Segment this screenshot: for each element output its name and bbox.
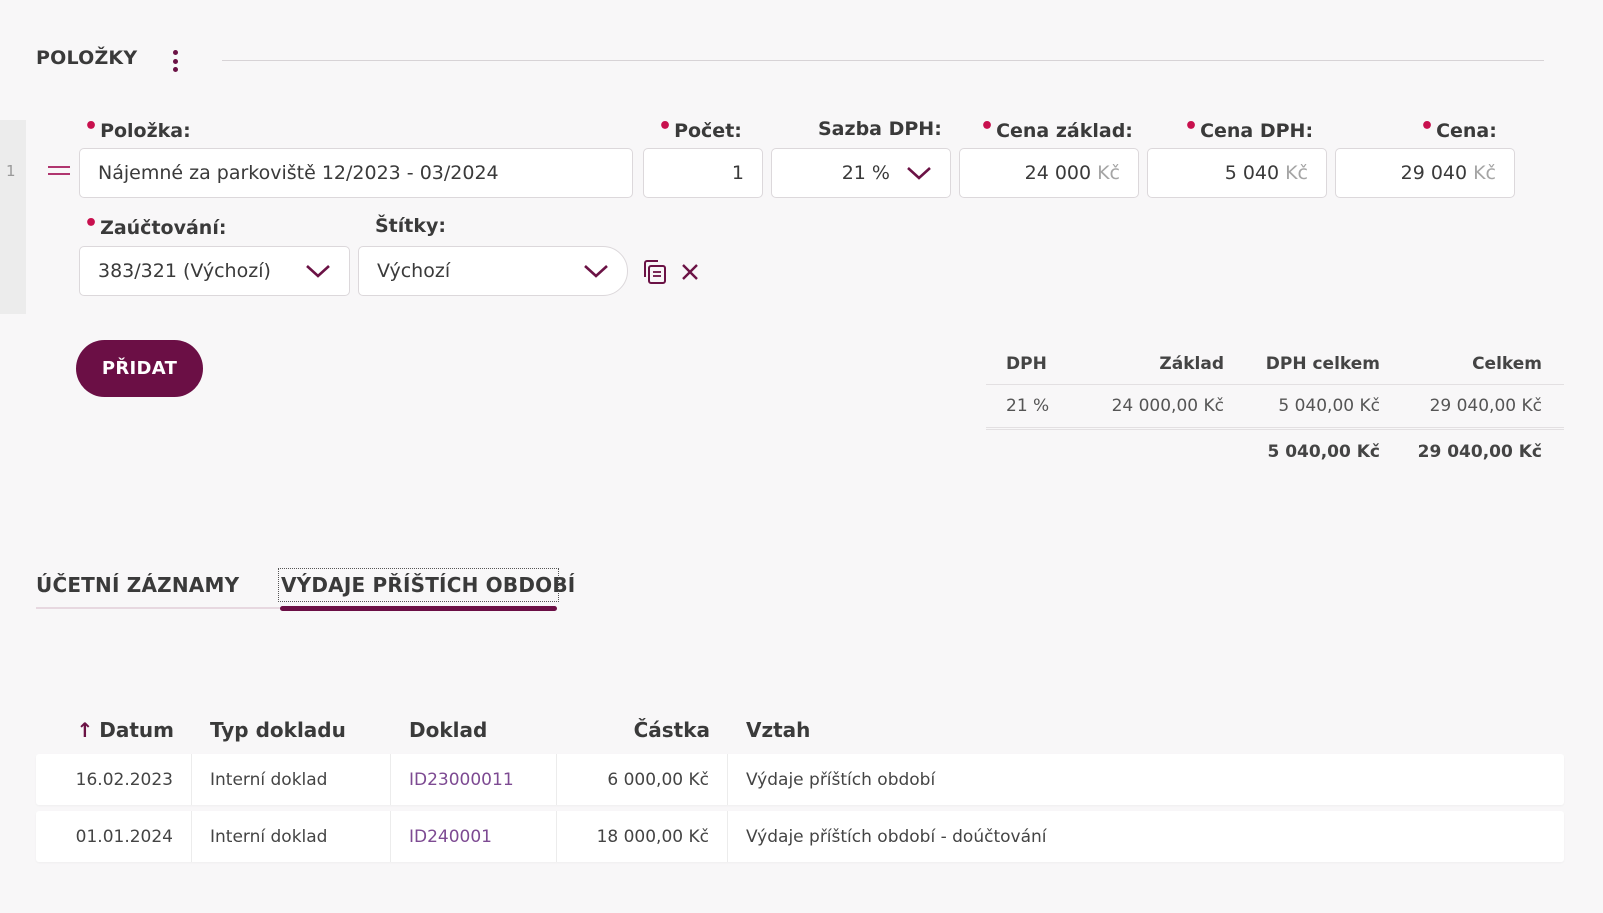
copy-icon[interactable] — [642, 259, 668, 285]
tags-value: Výchozí — [377, 260, 451, 282]
section-divider — [222, 60, 1544, 61]
accounting-label: Zaúčtování: — [84, 215, 226, 240]
vat-rate-cell: 21 % — [1006, 396, 1050, 416]
sort-ascending-icon: ↑ — [76, 718, 94, 742]
count-input-value: 1 — [731, 162, 744, 184]
vat-price-input[interactable]: 5 040 Kč — [1147, 148, 1327, 198]
base-price-value: 24 000 — [1024, 162, 1092, 184]
grand-total: 29 040,00 Kč — [1417, 442, 1542, 462]
vat-summary-total: 5 040,00 Kč 29 040,00 Kč — [986, 430, 1564, 474]
vat-price-label: Cena DPH: — [1184, 118, 1313, 143]
vat-rate-value: 21 % — [841, 162, 890, 184]
vat-summary-header: DPH Základ DPH celkem Celkem — [986, 344, 1564, 384]
vat-summary-table: DPH Základ DPH celkem Celkem 21 % 24 000… — [986, 344, 1564, 474]
chevron-down-icon — [584, 265, 608, 278]
document-cell: ID240001 — [391, 811, 557, 862]
currency-unit: Kč — [1285, 162, 1308, 184]
document-link[interactable]: ID23000011 — [409, 770, 514, 790]
base-price-input[interactable]: 24 000 Kč — [959, 148, 1139, 198]
chevron-down-icon — [306, 265, 330, 278]
total-header: Celkem — [1472, 354, 1542, 374]
price-label: Cena: — [1420, 118, 1497, 143]
base-header: Základ — [1159, 354, 1224, 374]
vat-rate-label: Sazba DPH: — [818, 118, 942, 140]
date-cell: 01.01.2024 — [36, 811, 192, 862]
item-input[interactable]: Nájemné za parkoviště 12/2023 - 03/2024 — [79, 148, 633, 198]
section-title: POLOŽKY — [36, 47, 138, 69]
tab-accounting-records[interactable]: ÚČETNÍ ZÁZNAMY — [36, 573, 239, 597]
records-table: ↑ Datum Typ dokladu Doklad Částka Vztah … — [36, 706, 1564, 868]
vat-summary-row: 21 % 24 000,00 Kč 5 040,00 Kč 29 040,00 … — [986, 384, 1564, 430]
document-link[interactable]: ID240001 — [409, 827, 492, 847]
vat-rate-select[interactable]: 21 % — [771, 148, 951, 198]
total-cell: 29 040,00 Kč — [1429, 396, 1542, 416]
vat-grand-total: 5 040,00 Kč — [1267, 442, 1380, 462]
relation-column-header[interactable]: Vztah — [728, 706, 1564, 754]
relation-cell: Výdaje příštích období — [746, 769, 936, 790]
price-value: 29 040 — [1400, 162, 1468, 184]
count-input[interactable]: 1 — [643, 148, 763, 198]
vat-header: DPH — [1006, 354, 1047, 374]
vat-total-cell: 5 040,00 Kč — [1278, 396, 1380, 416]
amount-cell: 18 000,00 Kč — [557, 811, 728, 862]
chevron-down-icon — [907, 167, 931, 180]
date-cell: 16.02.2023 — [36, 754, 192, 805]
item-input-value: Nájemné za parkoviště 12/2023 - 03/2024 — [98, 162, 499, 184]
accounting-select[interactable]: 383/321 (Výchozí) — [79, 246, 350, 296]
date-column-header[interactable]: ↑ Datum — [36, 706, 192, 754]
type-cell: Interní doklad — [192, 811, 391, 862]
relation-cell: Výdaje příštích období - doúčtování — [746, 826, 1047, 847]
document-column-header[interactable]: Doklad — [391, 706, 557, 754]
base-cell: 24 000,00 Kč — [1111, 396, 1224, 416]
drag-handle-icon[interactable] — [48, 166, 70, 180]
row-number: 1 — [6, 162, 16, 180]
type-cell: Interní doklad — [192, 754, 391, 805]
add-item-button[interactable]: PŘIDAT — [76, 340, 203, 397]
amount-cell: 6 000,00 Kč — [557, 754, 728, 805]
price-input[interactable]: 29 040 Kč — [1335, 148, 1515, 198]
currency-unit: Kč — [1097, 162, 1120, 184]
table-row: 16.02.2023 Interní doklad ID23000011 6 0… — [36, 754, 1564, 805]
count-label: Počet: — [658, 118, 742, 143]
tags-select[interactable]: Výchozí — [358, 246, 628, 296]
tab-focus-outline — [278, 568, 559, 602]
vat-total-header: DPH celkem — [1265, 354, 1380, 374]
document-cell: ID23000011 — [391, 754, 557, 805]
base-price-label: Cena základ: — [980, 118, 1133, 143]
tags-label: Štítky: — [375, 215, 446, 237]
item-label: Položka: — [84, 118, 191, 143]
type-column-header[interactable]: Typ dokladu — [192, 706, 391, 754]
table-row: 01.01.2024 Interní doklad ID240001 18 00… — [36, 811, 1564, 862]
date-header-label: Datum — [99, 718, 174, 742]
close-icon[interactable] — [680, 262, 700, 282]
currency-unit: Kč — [1473, 162, 1496, 184]
row-gutter — [0, 120, 26, 314]
records-header: ↑ Datum Typ dokladu Doklad Částka Vztah — [36, 706, 1564, 754]
vat-price-value: 5 040 — [1224, 162, 1280, 184]
accounting-value: 383/321 (Výchozí) — [98, 260, 271, 282]
amount-column-header[interactable]: Částka — [557, 706, 728, 754]
more-options-icon[interactable] — [168, 48, 182, 74]
active-tab-indicator — [280, 606, 557, 611]
